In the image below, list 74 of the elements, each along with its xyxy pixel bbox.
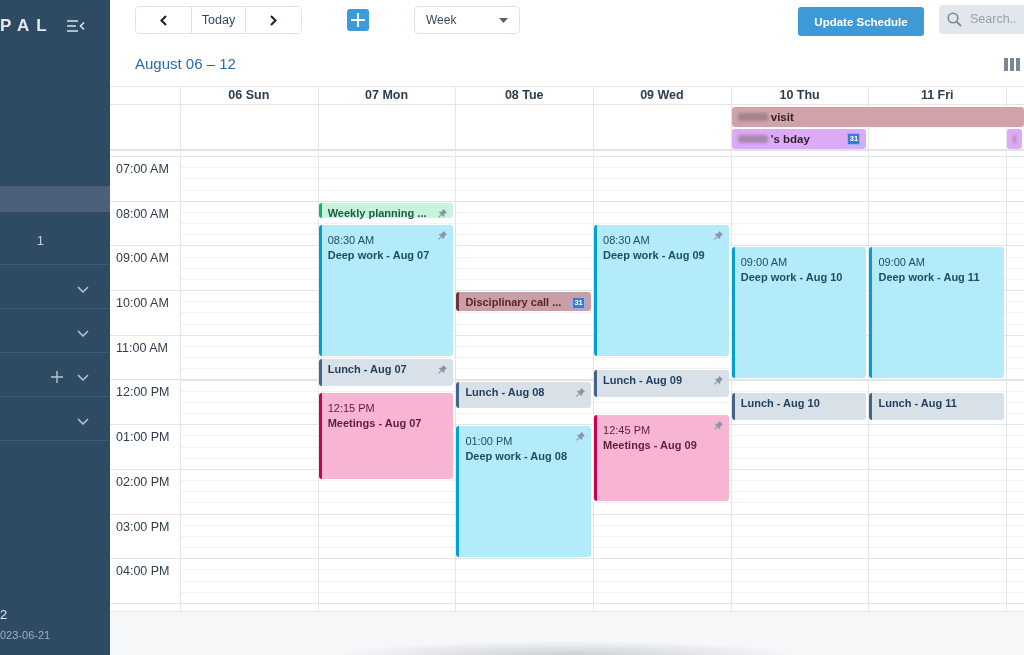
event-title: Deep work - Aug 11 — [878, 270, 980, 286]
event-card[interactable]: 01:00 PM Deep work - Aug 08 — [456, 426, 592, 558]
columns-icon[interactable] — [1004, 58, 1020, 71]
event-time: 08:30 AM — [603, 233, 650, 249]
time-label: 01:00 PM — [116, 430, 170, 445]
event-title: Lunch - Aug 07 — [327, 362, 407, 377]
time-label: 07:00 AM — [116, 162, 169, 176]
event-card[interactable]: Lunch - Aug 08 — [456, 381, 592, 409]
event-title: Deep work - Aug 08 — [465, 449, 568, 465]
footer-number: 2 — [0, 607, 8, 623]
chevron-down-icon[interactable] — [77, 417, 89, 425]
event-title: Deep work - Aug 07 — [327, 248, 430, 264]
event-title: Lunch - Aug 08 — [465, 384, 545, 399]
event-time: 12:15 PM — [327, 400, 375, 416]
day-header: 09 Wed — [640, 88, 684, 103]
footer-date: 023-06-21 — [0, 628, 51, 642]
day-header: 10 Thu — [779, 88, 820, 103]
event-time: 08:30 AM — [327, 233, 375, 249]
event-title: Lunch - Aug 11 — [878, 395, 957, 410]
event-card[interactable]: 12:15 PM Meetings - Aug 07 — [318, 392, 454, 480]
event-time: 12:45 PM — [603, 423, 651, 438]
event-time: 01:00 PM — [465, 434, 513, 450]
event-card[interactable]: Lunch - Aug 10 — [731, 392, 867, 420]
view-dropdown[interactable]: Week — [414, 6, 520, 34]
event-title: Lunch - Aug 09 — [603, 373, 683, 388]
time-label: 03:00 PM — [116, 519, 170, 534]
all-day-event[interactable] — [1007, 129, 1022, 149]
event-card[interactable]: Weekly planning ... — [318, 202, 454, 219]
day-header: 08 Tue — [504, 88, 544, 103]
app-logo: PAL — [0, 16, 54, 36]
add-button[interactable] — [347, 9, 369, 31]
event-card[interactable]: 09:00 AM Deep work - Aug 11 — [869, 247, 1005, 379]
menu-collapse-icon[interactable] — [66, 20, 85, 32]
time-label: 09:00 AM — [116, 251, 169, 266]
today-button[interactable]: Today — [191, 7, 246, 33]
time-label: 12:00 PM — [116, 385, 170, 400]
search-field[interactable]: Search.. — [939, 4, 1024, 34]
time-label: 10:00 AM — [116, 296, 169, 311]
day-header: 07 Mon — [365, 88, 409, 103]
chevron-down-icon[interactable] — [77, 285, 89, 293]
plus-icon[interactable] — [51, 371, 63, 383]
event-title: 's bday — [770, 133, 810, 145]
event-title: Deep work - Aug 10 — [740, 270, 843, 286]
event-title: Meetings - Aug 09 — [603, 438, 697, 453]
event-card[interactable]: 09:00 AM Deep work - Aug 10 — [731, 247, 867, 379]
event-card[interactable]: Lunch - Aug 07 — [318, 359, 454, 387]
time-label: 02:00 PM — [116, 474, 170, 489]
event-card[interactable]: 08:30 AM Deep work - Aug 07 — [318, 225, 454, 357]
chevron-right-icon — [270, 14, 277, 26]
event-card[interactable]: 12:45 PM Meetings - Aug 09 — [594, 415, 729, 502]
event-card[interactable]: Lunch - Aug 11 — [869, 392, 1005, 420]
event-time: 09:00 AM — [740, 255, 788, 271]
event-time: 09:00 AM — [878, 255, 925, 271]
day-header: 06 Sun — [228, 88, 270, 103]
chevron-down-icon[interactable] — [77, 373, 89, 381]
time-label: 04:00 PM — [116, 564, 170, 579]
event-title: Deep work - Aug 09 — [603, 248, 705, 264]
plus-icon — [351, 13, 365, 27]
chevron-down-icon[interactable] — [77, 329, 89, 337]
caret-down-icon — [499, 17, 508, 23]
search-icon — [947, 11, 962, 27]
event-title: Meetings - Aug 07 — [327, 415, 422, 431]
event-card[interactable]: 08:30 AM Deep work - Aug 09 — [594, 225, 729, 357]
event-title: Disciplinary call ... — [465, 295, 562, 310]
day-header: 11 Fri — [920, 88, 954, 103]
chevron-left-icon — [160, 14, 167, 26]
time-label: 08:00 AM — [116, 206, 169, 221]
event-card[interactable]: Lunch - Aug 09 — [594, 370, 729, 398]
event-title: Lunch - Aug 10 — [740, 395, 820, 410]
event-title: Weekly planning ... — [327, 205, 427, 220]
date-range-title: August 06 – 12 — [135, 55, 236, 73]
time-label: 11:00 AM — [116, 340, 168, 355]
event-title: visit — [770, 111, 794, 123]
all-day-event[interactable]: visit — [731, 107, 1024, 127]
